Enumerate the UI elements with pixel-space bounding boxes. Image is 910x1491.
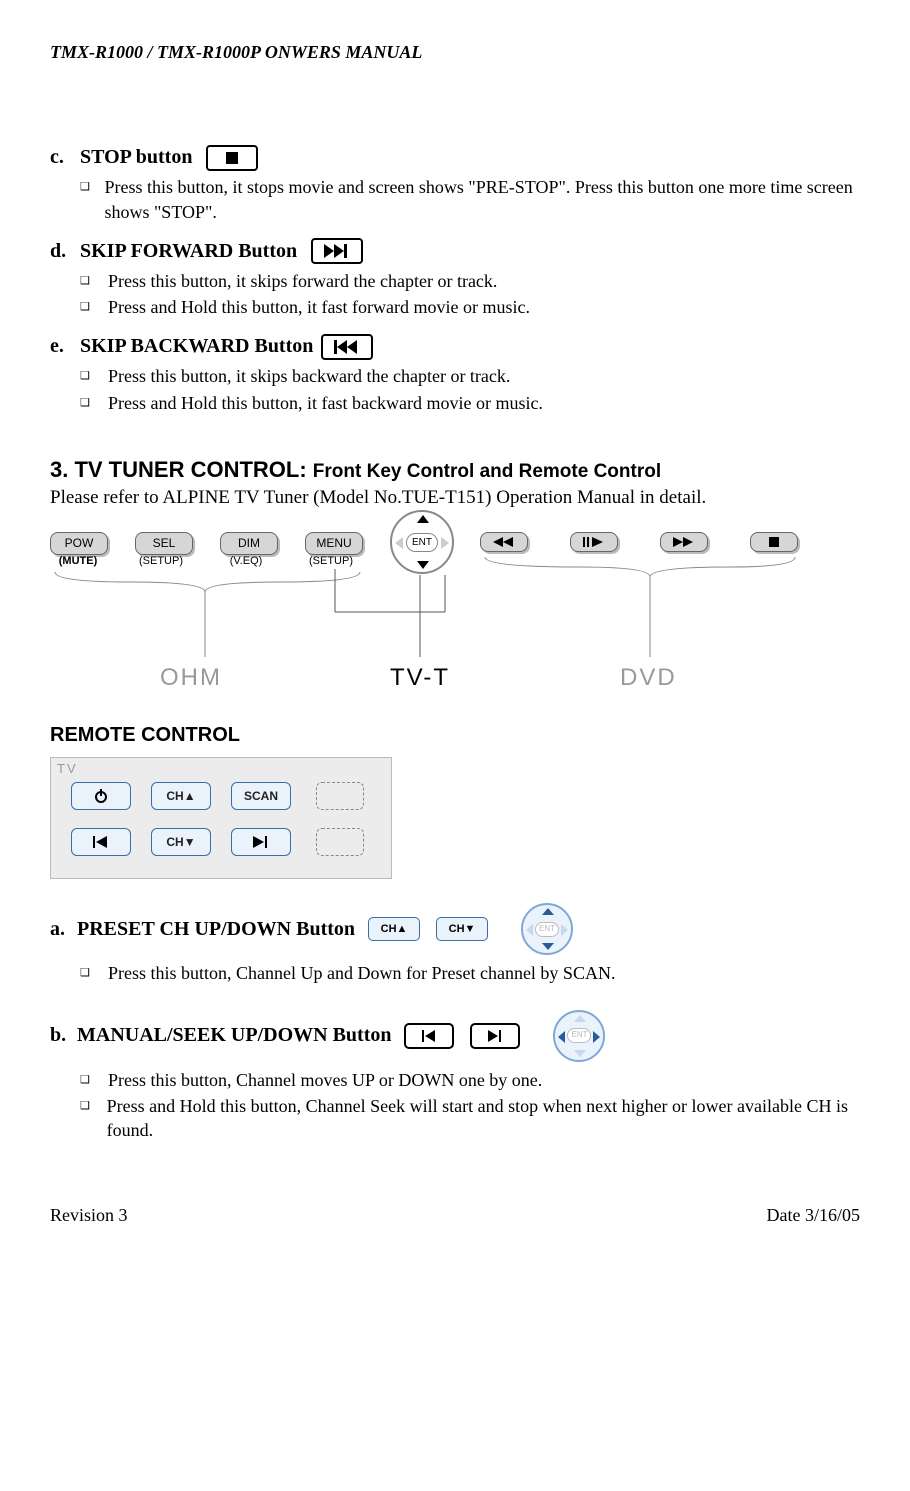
dashed-placeholder-2 (316, 828, 364, 856)
h2-sub: Front Key Control and Remote Control (313, 461, 661, 482)
section-c-letter: c. (50, 144, 72, 171)
dim-button[interactable]: DIM (220, 532, 278, 554)
menu-button[interactable]: MENU (305, 532, 363, 554)
stop-icon (206, 145, 258, 171)
prev-track-icon (93, 836, 109, 848)
section-3-para: Please refer to ALPINE TV Tuner (Model N… (50, 485, 860, 511)
bullet-square-icon: ❑ (80, 1068, 108, 1092)
bullet-c1: ❑ Press this button, it stops movie and … (80, 175, 860, 224)
dvd-label: DVD (620, 662, 677, 694)
remote-control-panel: TV CH▲ SCAN CH▼ (50, 757, 392, 879)
bullet-square-icon: ❑ (80, 391, 108, 415)
prev-track-button[interactable] (71, 828, 131, 856)
ch-down-inline[interactable]: CH▼ (436, 917, 488, 941)
bullet-text: Press and Hold this button, Channel Seek… (107, 1094, 860, 1143)
section-e-letter: e. (50, 333, 72, 360)
right-arrow-icon (561, 924, 568, 936)
bullet-text: Press this button, it skips backward the… (108, 364, 510, 388)
bullet-text: Press and Hold this button, it fast back… (108, 391, 543, 415)
h2-num: 3. TV TUNER CONTROL: (50, 457, 307, 482)
bullet-d2: ❑ Press and Hold this button, it fast fo… (80, 295, 860, 319)
bullet-square-icon: ❑ (80, 269, 108, 293)
ent-button[interactable]: ENT (406, 533, 438, 553)
next-track-icon (488, 1030, 502, 1042)
bullet-text: Press this button, Channel moves UP or D… (108, 1068, 542, 1092)
bullet-text: Press this button, it skips forward the … (108, 269, 497, 293)
section-d-heading: d. SKIP FORWARD Button (50, 238, 860, 265)
bullet-square-icon: ❑ (80, 364, 108, 388)
bullet-square-icon: ❑ (80, 1094, 107, 1143)
up-arrow-icon (574, 1015, 586, 1022)
down-arrow-icon (574, 1050, 586, 1057)
pow-button[interactable]: POW (50, 532, 108, 554)
mini-ent-b: ENT (567, 1028, 591, 1043)
section-b-row: b. MANUAL/SEEK UP/DOWN Button ENT (50, 1010, 860, 1062)
sel-button[interactable]: SEL (135, 532, 193, 554)
doc-header: TMX-R1000 / TMX-R1000P ONWERS MANUAL (50, 40, 860, 64)
left-arrow-icon[interactable] (395, 537, 403, 549)
bullet-d1: ❑ Press this button, it skips forward th… (80, 269, 860, 293)
up-arrow-icon[interactable] (542, 908, 554, 915)
section-d-title: SKIP FORWARD Button (80, 238, 297, 265)
ohm-label: OHM (160, 662, 222, 694)
fast-forward-button[interactable] (660, 532, 708, 552)
play-pause-button[interactable] (570, 532, 618, 552)
bullet-e2: ❑ Press and Hold this button, it fast ba… (80, 391, 860, 415)
mini-nav-pad-b[interactable]: ENT (553, 1010, 605, 1062)
section-b-letter: b. (50, 1022, 72, 1049)
remote-control-heading: REMOTE CONTROL (50, 722, 860, 749)
bullet-e1: ❑ Press this button, it skips backward t… (80, 364, 860, 388)
rewind-button[interactable] (480, 532, 528, 552)
next-inline[interactable] (470, 1023, 520, 1049)
ch-down-button[interactable]: CH▼ (151, 828, 211, 856)
left-arrow-icon[interactable] (558, 1031, 565, 1043)
section-3-heading: 3. TV TUNER CONTROL: Front Key Control a… (50, 455, 860, 485)
footer-left: Revision 3 (50, 1203, 128, 1227)
bullet-text: Press this button, Channel Up and Down f… (108, 961, 615, 985)
tvt-label: TV-T (390, 662, 450, 694)
prev-track-icon (422, 1030, 436, 1042)
down-arrow-icon[interactable] (542, 943, 554, 950)
section-d-letter: d. (50, 238, 72, 265)
prev-inline[interactable] (404, 1023, 454, 1049)
section-a-title: PRESET CH UP/DOWN Button (77, 918, 355, 940)
up-arrow-icon[interactable] (417, 515, 429, 523)
next-track-icon (253, 836, 269, 848)
section-c-title: STOP button (80, 144, 192, 171)
section-a-letter: a. (50, 916, 72, 943)
scan-button[interactable]: SCAN (231, 782, 291, 810)
power-icon (93, 788, 109, 804)
bullet-b1: ❑ Press this button, Channel moves UP or… (80, 1068, 860, 1092)
footer: Revision 3 Date 3/16/05 (50, 1203, 860, 1227)
skip-backward-icon (321, 334, 373, 360)
section-a-row: a. PRESET CH UP/DOWN Button CH▲ CH▼ ENT (50, 903, 860, 955)
right-arrow-icon[interactable] (441, 537, 449, 549)
section-b-title: MANUAL/SEEK UP/DOWN Button (77, 1024, 391, 1046)
footer-right: Date 3/16/05 (767, 1203, 860, 1227)
skip-forward-icon (311, 238, 363, 264)
remote-tv-label: TV (57, 760, 78, 778)
diagram-connectors (50, 557, 850, 667)
bullet-square-icon: ❑ (80, 295, 108, 319)
right-arrow-icon[interactable] (593, 1031, 600, 1043)
ch-up-button[interactable]: CH▲ (151, 782, 211, 810)
power-button[interactable] (71, 782, 131, 810)
next-track-button[interactable] (231, 828, 291, 856)
bullet-b2: ❑ Press and Hold this button, Channel Se… (80, 1094, 860, 1143)
bullet-a1: ❑ Press this button, Channel Up and Down… (80, 961, 860, 985)
section-e-heading: e. SKIP BACKWARD Button (50, 333, 860, 360)
section-c-heading: c. STOP button (50, 144, 860, 171)
bullet-square-icon: ❑ (80, 175, 104, 224)
bullet-square-icon: ❑ (80, 961, 108, 985)
dashed-placeholder-1 (316, 782, 364, 810)
bullet-text: Press and Hold this button, it fast forw… (108, 295, 530, 319)
mini-nav-pad-a[interactable]: ENT (521, 903, 573, 955)
left-arrow-icon (526, 924, 533, 936)
bullet-text: Press this button, it stops movie and sc… (104, 175, 860, 224)
section-e-title: SKIP BACKWARD Button (80, 333, 313, 360)
front-key-diagram: POW (MUTE) SEL (SETUP) DIM (V.EQ) MENU (… (50, 522, 850, 692)
stop-button[interactable] (750, 532, 798, 552)
ch-up-inline[interactable]: CH▲ (368, 917, 420, 941)
mini-ent-a: ENT (535, 922, 559, 937)
